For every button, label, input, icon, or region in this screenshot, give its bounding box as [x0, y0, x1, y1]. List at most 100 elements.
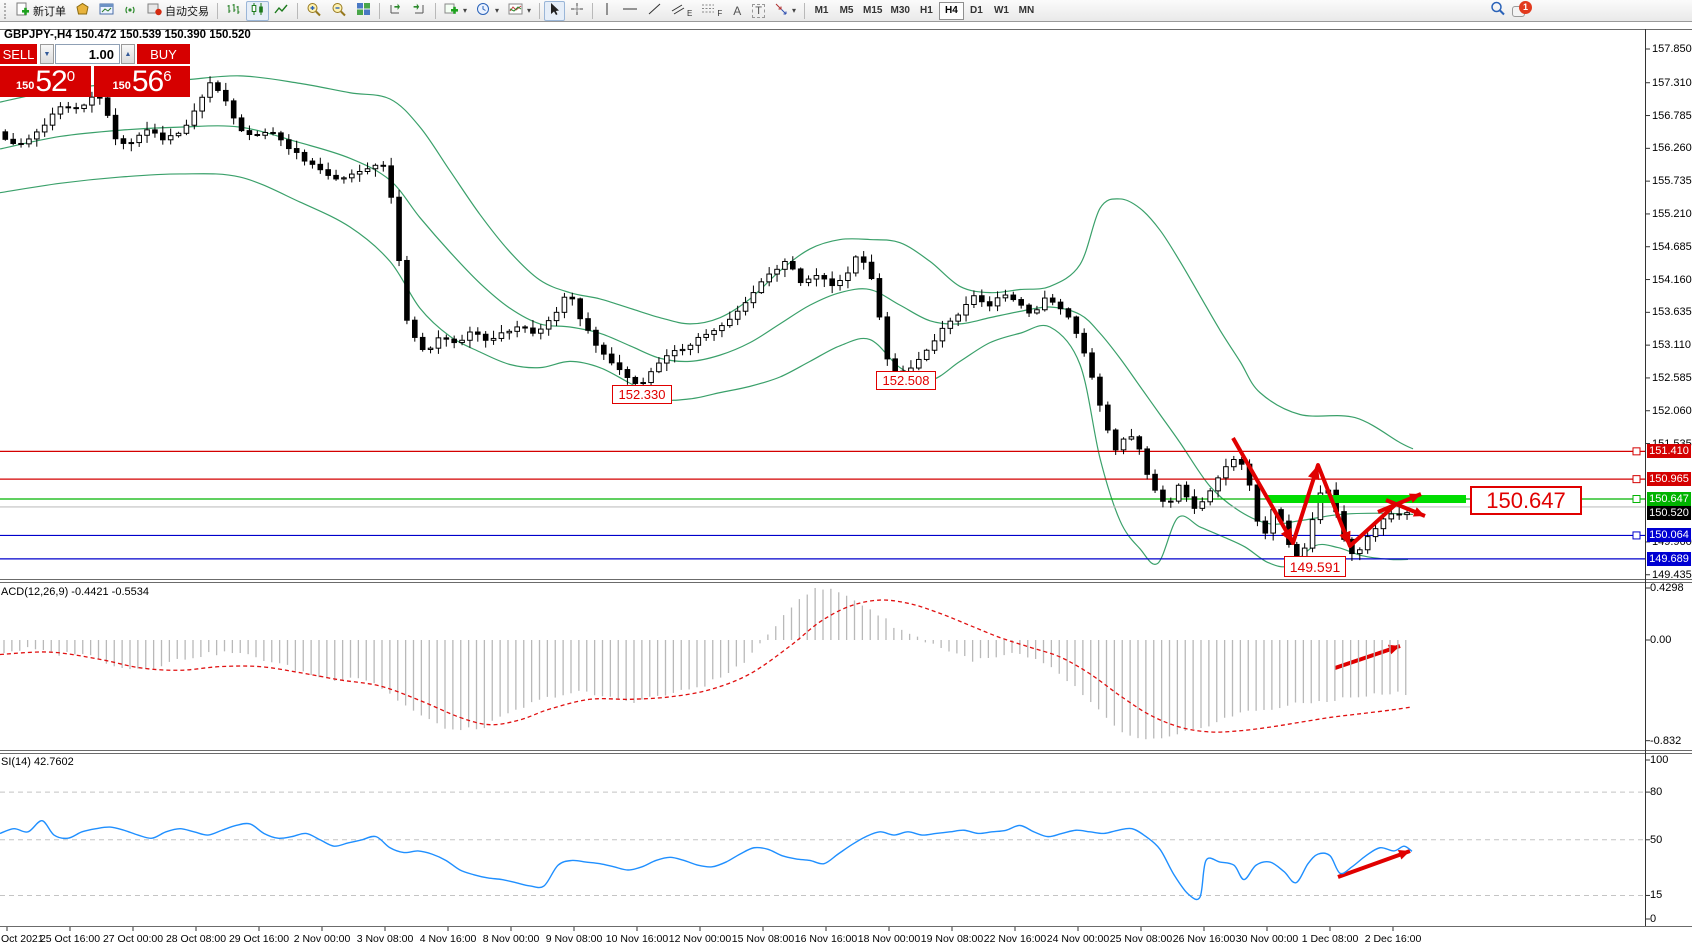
- time-axis-label: 30 Nov 00:00: [1236, 933, 1298, 945]
- price-annotation-box[interactable]: 152.508: [876, 371, 936, 390]
- cursor-button[interactable]: [544, 1, 565, 21]
- candle: [586, 319, 591, 331]
- template-icon: [508, 2, 523, 19]
- vertical-line-button[interactable]: [597, 1, 617, 21]
- time-axis-label: 27 Oct 00:00: [103, 933, 163, 945]
- price-axis-label: 157.850: [1652, 43, 1692, 55]
- sell-quote[interactable]: 150 52 0: [0, 66, 91, 97]
- candle: [712, 331, 717, 335]
- buy-quote[interactable]: 150 56 6: [94, 66, 190, 97]
- new-order-button[interactable]: 新订单: [11, 1, 70, 21]
- candle: [932, 341, 937, 350]
- sell-button[interactable]: SELL: [0, 44, 37, 64]
- bar-chart-button[interactable]: [222, 1, 245, 21]
- candlestick-button[interactable]: [246, 1, 269, 21]
- time-axis-label: 3 Nov 08:00: [357, 933, 414, 945]
- candle: [767, 274, 772, 282]
- timeframe-button-h4[interactable]: H4: [939, 2, 964, 20]
- sell-price-sup: 0: [67, 68, 75, 85]
- indicators-button[interactable]: ▾: [440, 1, 471, 21]
- candle: [515, 327, 520, 331]
- price-annotation-box[interactable]: 152.330: [612, 385, 672, 404]
- candle: [1027, 305, 1032, 313]
- candle: [1389, 514, 1394, 519]
- chart-area[interactable]: GBPJPY-,H4 150.472 150.539 150.390 150.5…: [0, 22, 1692, 948]
- timeframe-button-h1[interactable]: H1: [914, 2, 939, 20]
- buy-button[interactable]: BUY: [137, 44, 190, 64]
- search-icon[interactable]: [1490, 1, 1506, 21]
- candle: [137, 135, 142, 142]
- notification-icon[interactable]: 1: [1512, 3, 1530, 19]
- arrows-button[interactable]: ▾: [770, 1, 800, 21]
- timeframe-button-m5[interactable]: M5: [834, 2, 859, 20]
- candle: [121, 139, 126, 144]
- candle: [924, 350, 929, 359]
- timeframe-button-d1[interactable]: D1: [964, 2, 989, 20]
- volume-down-button[interactable]: ▼: [40, 44, 54, 64]
- text-label-button[interactable]: T: [748, 1, 769, 21]
- candle: [1003, 295, 1008, 298]
- zoom-in-button[interactable]: [302, 1, 326, 21]
- templates-button[interactable]: ▾: [504, 1, 535, 21]
- candle: [1239, 460, 1244, 465]
- candle: [239, 118, 244, 131]
- line-chart-button[interactable]: [270, 1, 293, 21]
- text-button[interactable]: A: [727, 1, 747, 21]
- candle: [1381, 519, 1386, 529]
- crosshair-button[interactable]: [566, 1, 588, 21]
- fibonacci-button[interactable]: F: [697, 1, 726, 21]
- periods-button[interactable]: ▾: [472, 1, 503, 21]
- trendline-button[interactable]: [643, 1, 666, 21]
- volume-input[interactable]: [55, 44, 120, 64]
- timeframe-button-w1[interactable]: W1: [989, 2, 1014, 20]
- timeframe-button-m15[interactable]: M15: [859, 2, 886, 20]
- candle: [287, 140, 292, 149]
- zoom-out-button[interactable]: [327, 1, 351, 21]
- sell-price-small: 150: [16, 80, 34, 92]
- candle: [751, 293, 756, 303]
- candle: [350, 174, 355, 178]
- chart-window-button[interactable]: [95, 1, 118, 21]
- candle: [783, 261, 788, 269]
- timeframe-button-m1[interactable]: M1: [809, 2, 834, 20]
- candle: [1232, 460, 1237, 467]
- candle: [688, 345, 693, 349]
- rsi-axis-label: 100: [1650, 754, 1668, 766]
- candle: [499, 333, 504, 339]
- candle: [554, 312, 559, 320]
- market-watch-button[interactable]: [71, 1, 94, 21]
- horizontal-line-button[interactable]: [618, 1, 642, 21]
- autotrading-button[interactable]: 自动交易: [143, 1, 213, 21]
- candle: [50, 114, 55, 125]
- panel-border: [0, 926, 1692, 927]
- toolbar-separator: [379, 3, 380, 19]
- candle: [822, 276, 827, 279]
- candle: [1224, 467, 1229, 478]
- candle: [1216, 478, 1221, 491]
- timeframe-button-m30[interactable]: M30: [886, 2, 913, 20]
- candle: [1255, 485, 1260, 521]
- volume-up-button[interactable]: ▲: [121, 44, 135, 64]
- candle: [798, 269, 803, 283]
- signal-button[interactable]: [119, 1, 142, 21]
- channel-button[interactable]: E: [667, 1, 696, 21]
- chevron-down-icon: ▾: [792, 6, 796, 15]
- toolbar-separator: [217, 3, 218, 19]
- tile-windows-button[interactable]: [352, 1, 375, 21]
- time-axis-label: 8 Nov 00:00: [483, 933, 540, 945]
- candle: [665, 356, 670, 363]
- candle: [617, 363, 622, 370]
- candle: [940, 328, 945, 341]
- time-axis-label: 2 Dec 16:00: [1365, 933, 1422, 945]
- candle: [413, 320, 418, 337]
- candle: [58, 107, 63, 114]
- equidistant-channel-icon: [671, 2, 686, 19]
- candle: [66, 107, 71, 108]
- price-annotation-box[interactable]: 149.591: [1284, 556, 1346, 577]
- vertical-line-icon: [602, 2, 612, 19]
- chart-shift-button[interactable]: [408, 1, 431, 21]
- auto-scroll-button[interactable]: [384, 1, 407, 21]
- price-annotation-box-large[interactable]: 150.647: [1470, 486, 1582, 515]
- timeframe-button-mn[interactable]: MN: [1014, 2, 1039, 20]
- candle: [830, 279, 835, 286]
